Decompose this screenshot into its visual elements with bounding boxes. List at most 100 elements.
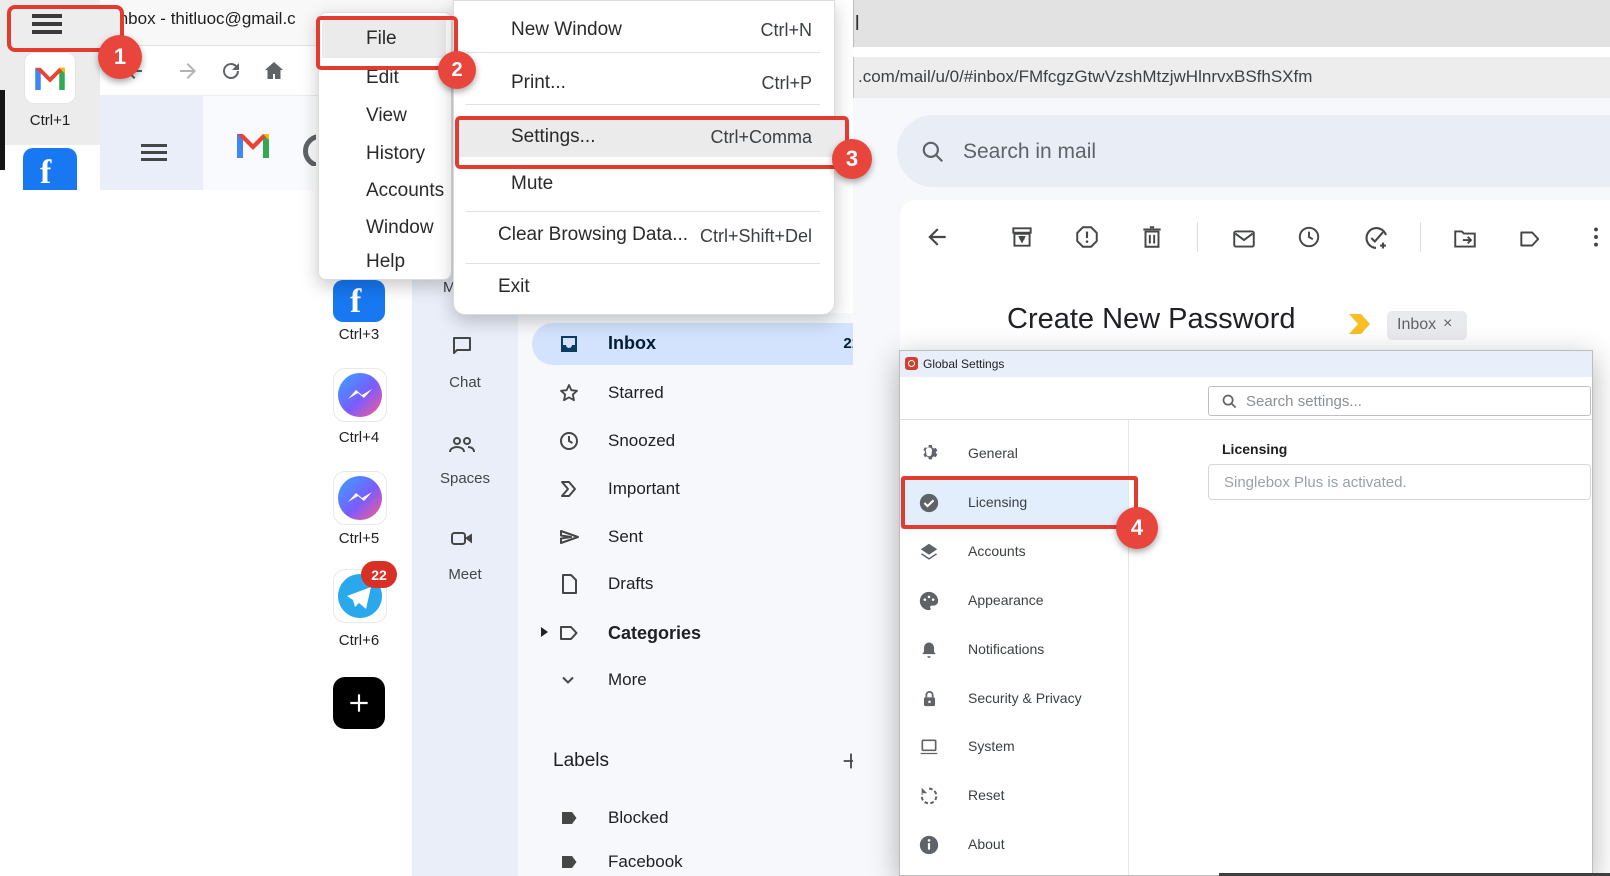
label-icon — [557, 850, 581, 874]
mark-unread-icon[interactable] — [1231, 226, 1257, 252]
email-subject: Create New Password — [1007, 303, 1296, 336]
menu-divider — [466, 211, 820, 212]
sidebar-item-about[interactable]: About — [900, 825, 1128, 865]
labels-header: Labels — [553, 750, 609, 772]
menu-hamburger-icon[interactable] — [141, 144, 167, 162]
menu-item-help[interactable]: Help — [366, 251, 405, 273]
meet-icon[interactable] — [450, 526, 474, 550]
menu-item-window[interactable]: Window — [366, 217, 434, 239]
sidebar-item-security[interactable]: Security & Privacy — [900, 679, 1128, 719]
toolbar-divider — [1197, 222, 1198, 252]
search-icon[interactable] — [920, 139, 946, 165]
rail-meet-label[interactable]: Meet — [412, 566, 518, 583]
workspace-facebook-shortcut: Ctrl+3 — [323, 326, 395, 343]
nav-sent-label[interactable]: Sent — [608, 527, 643, 547]
sidebar-item-reset[interactable]: Reset — [900, 776, 1128, 816]
move-to-icon[interactable] — [1452, 226, 1478, 252]
label-icon[interactable] — [1517, 226, 1543, 252]
layers-icon — [918, 541, 940, 563]
sidebar-item-label: System — [968, 738, 1015, 754]
nav-label-facebook[interactable]: Facebook — [608, 852, 683, 872]
sidebar-item-notifications[interactable]: Notifications — [900, 630, 1128, 670]
toolbar-divider — [1420, 222, 1421, 252]
important-marker-icon — [1348, 314, 1374, 334]
categories-icon — [557, 621, 581, 645]
chevron-down-icon[interactable] — [560, 672, 576, 688]
annotation-badge-4: 4 — [1116, 507, 1158, 549]
settings-dialog-title: Global Settings — [923, 357, 1004, 371]
menu-item-accounts[interactable]: Accounts — [366, 180, 444, 202]
snooze-icon — [557, 429, 581, 453]
label-icon — [557, 806, 581, 830]
nav-snoozed-label[interactable]: Snoozed — [608, 431, 675, 451]
menu-item-edit[interactable]: Edit — [366, 67, 399, 89]
workspace-messenger-tile[interactable] — [333, 368, 387, 422]
window-title: Inbox - thitluoc@gmail.c — [114, 9, 305, 35]
mail-search-placeholder[interactable]: Search in mail — [963, 140, 1096, 164]
chat-icon[interactable] — [450, 334, 474, 358]
sidebar-item-general[interactable]: General — [900, 434, 1128, 474]
rail-chat-label[interactable]: Chat — [412, 374, 518, 391]
sidebar-item-label: Notifications — [968, 641, 1044, 657]
submenu-new-window[interactable]: New Window — [511, 19, 622, 41]
archive-icon[interactable] — [1009, 224, 1035, 250]
chip-close-icon[interactable]: × — [1443, 315, 1452, 333]
menu-item-history[interactable]: History — [366, 143, 425, 165]
sidebar-item-accounts[interactable]: Accounts — [900, 532, 1128, 572]
delete-icon[interactable] — [1139, 224, 1165, 250]
annotation-badge-1: 1 — [98, 35, 142, 79]
submenu-mute[interactable]: Mute — [511, 173, 553, 195]
window-edge — [0, 90, 5, 170]
home-icon[interactable] — [262, 59, 286, 83]
inbox-label-chip[interactable]: Inbox × — [1387, 311, 1467, 340]
info-icon — [918, 834, 940, 856]
report-spam-icon[interactable] — [1074, 224, 1100, 250]
add-to-tasks-icon[interactable] — [1362, 224, 1390, 252]
nav-categories-label[interactable]: Categories — [608, 623, 701, 644]
laptop-icon — [918, 737, 940, 757]
submenu-print-shortcut: Ctrl+P — [640, 73, 812, 94]
sidebar-item-label: Accounts — [968, 543, 1026, 559]
bell-icon — [919, 639, 939, 661]
workspace-facebook-tile[interactable]: f — [333, 280, 385, 322]
forward-icon[interactable] — [176, 59, 200, 83]
workspace-gmail-tile[interactable] — [25, 53, 75, 103]
nav-more-label[interactable]: More — [608, 670, 647, 690]
settings-header-divider — [900, 419, 1592, 420]
menu-item-view[interactable]: View — [366, 105, 407, 127]
back-icon[interactable] — [924, 224, 950, 250]
submenu-clear-browsing-data[interactable]: Clear Browsing Data... — [498, 224, 688, 246]
search-icon — [1221, 393, 1238, 410]
nav-important-label[interactable]: Important — [608, 479, 680, 499]
workspace-messenger2-shortcut: Ctrl+5 — [323, 530, 395, 547]
reload-icon[interactable] — [219, 59, 243, 83]
rail-spaces-label[interactable]: Spaces — [412, 470, 518, 487]
spaces-icon[interactable] — [448, 433, 476, 457]
snooze-icon[interactable] — [1296, 224, 1322, 250]
nav-inbox-label[interactable]: Inbox — [608, 333, 656, 354]
expand-triangle-icon[interactable] — [538, 626, 550, 638]
annotation-box-4 — [901, 476, 1138, 529]
more-options-icon[interactable] — [1583, 224, 1609, 250]
workspace-facebook-tile-partial[interactable]: f — [23, 148, 77, 190]
licensing-status-text: Singlebox Plus is activated. — [1224, 474, 1407, 491]
gmail-header-rail — [100, 96, 203, 190]
sidebar-item-system[interactable]: System — [900, 727, 1128, 767]
submenu-exit[interactable]: Exit — [498, 276, 530, 298]
settings-search-placeholder[interactable]: Search settings... — [1246, 393, 1362, 410]
sidebar-item-label: About — [968, 836, 1005, 852]
titlebar-text-fragment: l — [855, 13, 859, 36]
workspace-gmail-shortcut: Ctrl+1 — [14, 112, 86, 129]
telegram-unread-badge: 22 — [361, 561, 397, 588]
submenu-print[interactable]: Print... — [511, 72, 566, 94]
menu-divider — [466, 52, 820, 53]
sidebar-item-label: Appearance — [968, 592, 1044, 608]
add-workspace-button[interactable] — [333, 677, 385, 729]
workspace-messenger2-tile[interactable] — [333, 471, 387, 525]
nav-drafts-label[interactable]: Drafts — [608, 574, 653, 594]
gear-icon — [918, 443, 940, 465]
nav-label-blocked[interactable]: Blocked — [608, 808, 668, 828]
hamburger-icon[interactable] — [32, 14, 62, 36]
sidebar-item-appearance[interactable]: Appearance — [900, 581, 1128, 621]
nav-starred-label[interactable]: Starred — [608, 383, 664, 403]
